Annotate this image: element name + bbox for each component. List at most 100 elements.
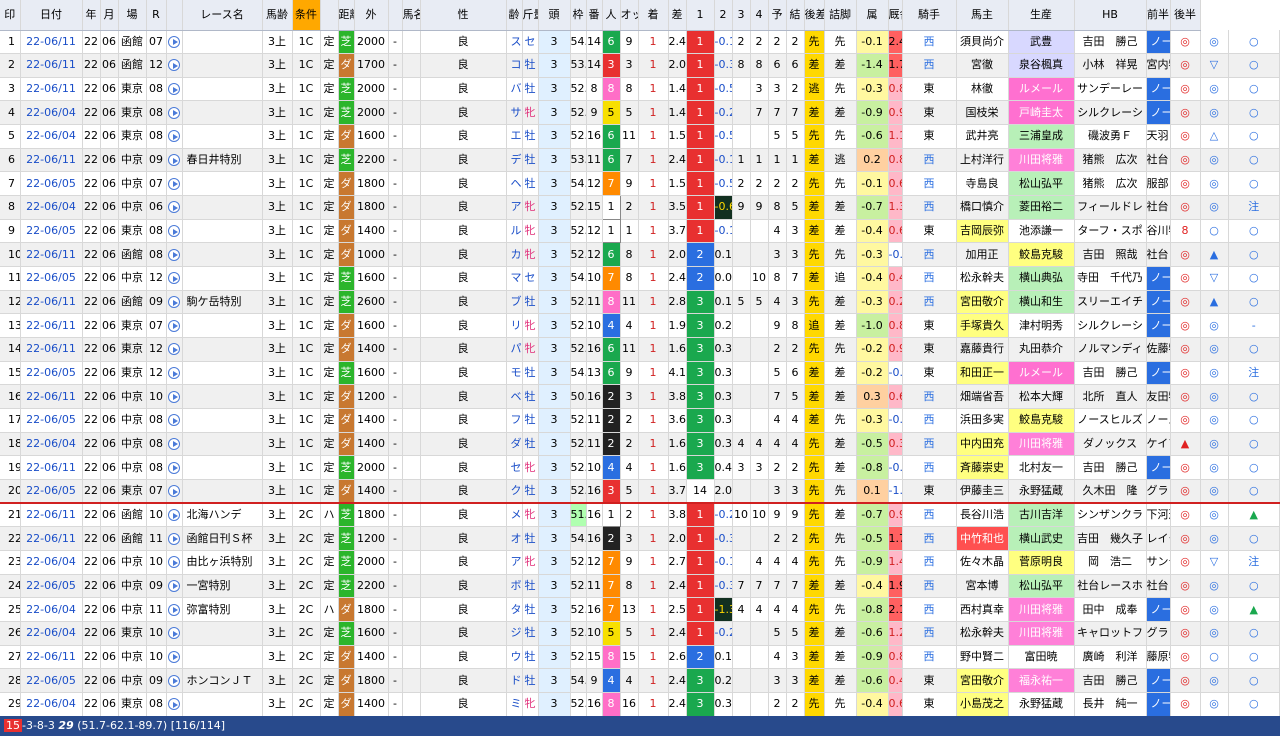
column-header[interactable]: 騎手 — [902, 0, 957, 31]
column-header[interactable] — [320, 0, 339, 31]
play-icon[interactable] — [168, 248, 180, 261]
column-header[interactable] — [166, 0, 183, 31]
table-row[interactable]: 1722-06/052206中京083上1C定ダ1400-良フォーチュンテラー牡… — [0, 408, 1280, 433]
horse-name[interactable]: ダノンジャッカル — [506, 432, 523, 457]
horse-name[interactable]: メモリーレゾン — [506, 503, 523, 528]
column-header[interactable]: HB — [1074, 0, 1147, 31]
column-header[interactable]: 前半 — [1146, 0, 1171, 31]
column-header[interactable]: 生産 — [1008, 0, 1075, 31]
horse-name[interactable]: マテンロウスカイ — [506, 266, 523, 291]
play-icon[interactable] — [168, 603, 180, 616]
column-header[interactable]: 頭 — [538, 0, 571, 31]
column-header[interactable]: 後差 — [804, 0, 825, 31]
column-header[interactable]: 1 — [686, 0, 715, 31]
column-header[interactable]: 性 — [420, 0, 507, 31]
horse-name[interactable]: ブラックボイス — [506, 290, 523, 315]
table-row[interactable]: 1022-06/112206函館083上1C定ダ1000-良カルネアサーダ牝35… — [0, 242, 1280, 268]
horse-name[interactable]: カルネアサーダ — [506, 242, 523, 268]
table-row[interactable]: 2522-06/042206中京11弥富特別3上2Cハダ1800-良タイセイドレ… — [0, 597, 1280, 622]
table-row[interactable]: 2122-06/112206函館10北海ハンデ3上2Cハ芝1800-良メモリーレ… — [0, 502, 1280, 528]
play-icon[interactable] — [168, 367, 180, 380]
play-icon[interactable] — [168, 461, 180, 474]
horse-name[interactable]: フォーチュンテラー — [506, 408, 523, 433]
column-header[interactable]: 条件 — [292, 0, 321, 31]
play-icon[interactable] — [168, 35, 180, 48]
table-row[interactable]: 422-06/042206東京08 3上1C定芝2000-良サリエラ牝352.09… — [0, 100, 1280, 126]
horse-name[interactable]: オタルエバー — [506, 526, 523, 551]
horse-name[interactable]: バトルボーン — [506, 77, 523, 102]
horse-name[interactable]: コパノニコルソン — [506, 53, 523, 78]
horse-name[interactable]: ミユキアイラブユー — [506, 692, 523, 717]
table-row[interactable]: 622-06/112206中京09春日井特別3上1C定芝2200-良デビットバロ… — [0, 148, 1280, 173]
horse-name[interactable]: サリエラ — [506, 100, 523, 126]
column-header[interactable]: 馬名 — [402, 0, 421, 31]
play-icon[interactable] — [168, 509, 180, 522]
horse-name[interactable]: アネゴハダ — [506, 550, 523, 575]
column-header[interactable]: 予 — [768, 0, 787, 31]
column-header[interactable]: 後半 — [1170, 0, 1201, 31]
play-icon[interactable] — [168, 59, 180, 72]
table-row[interactable]: 122-06/112206函館073上1C定芝2000-良スワヤンプナートセ35… — [0, 30, 1280, 55]
horse-name[interactable]: ボルドグフーシュ — [506, 574, 523, 599]
play-icon[interactable] — [168, 698, 180, 711]
horse-name[interactable]: クールライズ — [506, 479, 523, 505]
horse-name[interactable]: タイセイドレフォン — [506, 597, 523, 622]
play-icon[interactable] — [168, 201, 180, 214]
column-header[interactable]: 着 — [638, 0, 669, 31]
play-icon[interactable] — [168, 627, 180, 640]
column-header[interactable]: 結 — [786, 0, 805, 31]
table-row[interactable]: 922-06/052206東京083上1C定ダ1400-良ルビナスリード牝352… — [0, 218, 1280, 244]
column-header[interactable]: 厩舎 — [888, 0, 903, 31]
play-icon[interactable] — [168, 532, 180, 545]
table-row[interactable]: 2622-06/042206東京103上2C定芝1600-良ジレトール牡352.… — [0, 621, 1280, 646]
column-header[interactable]: 馬主 — [956, 0, 1009, 31]
horse-name[interactable]: セルケト — [506, 455, 523, 480]
horse-name[interactable]: エルバソ — [506, 124, 523, 149]
table-row[interactable]: 522-06/042206東京083上1C定ダ1600-良エルバソ牡352.01… — [0, 124, 1280, 149]
table-row[interactable]: 1122-06/052206中京123上1C定芝1600-良マテンロウスカイセ3… — [0, 266, 1280, 291]
column-header[interactable]: 日付 — [20, 0, 83, 31]
column-header[interactable]: 2 — [714, 0, 733, 31]
column-header[interactable]: オッズ — [620, 0, 639, 31]
column-header[interactable]: 年 — [82, 0, 101, 31]
table-row[interactable]: 822-06/042206中京063上1C定ダ1800-良アーテルアストレア牝3… — [0, 195, 1280, 220]
play-icon[interactable] — [168, 556, 180, 569]
column-header[interactable]: 番 — [586, 0, 603, 31]
table-row[interactable]: 1922-06/112206中京083上1C定芝2000-良セルケト牝352.0… — [0, 455, 1280, 480]
play-icon[interactable] — [168, 319, 180, 332]
column-header[interactable]: 4 — [750, 0, 769, 31]
play-icon[interactable] — [168, 272, 180, 285]
column-header[interactable]: 外 — [354, 0, 389, 31]
race-results-grid[interactable]: 印日付年月場Rレース名馬齢条件距離外馬名性齢斤量頭枠番人オッズ着差1234予結後… — [0, 0, 1280, 717]
horse-name[interactable]: モンタナアゲート — [506, 361, 523, 386]
column-header[interactable] — [388, 0, 403, 31]
column-header[interactable]: 差 — [668, 0, 687, 31]
column-header[interactable]: 月 — [100, 0, 119, 31]
table-row[interactable]: 2822-06/052206中京09 ホンコンＪＴ3上2C定ダ1800-良ドゥラド… — [0, 668, 1280, 693]
horse-name[interactable]: リンクスルーファス — [506, 313, 523, 339]
table-row[interactable]: 1322-06/112206東京073上1C定ダ1600-良リンクスルーファス牝… — [0, 313, 1280, 339]
play-icon[interactable] — [168, 225, 180, 238]
horse-name[interactable]: ウィシンクアスク — [506, 645, 523, 670]
column-header[interactable]: 3 — [732, 0, 751, 31]
play-icon[interactable] — [168, 650, 180, 663]
play-icon[interactable] — [168, 414, 180, 427]
table-row[interactable]: 1622-06/112206中京103上1C定ダ1200-良ベイシャイシュタル牡… — [0, 384, 1280, 409]
table-row[interactable]: 1422-06/112206東京123上1C定ダ1400-良パウオレ牝352.0… — [0, 337, 1280, 362]
column-header[interactable]: 場 — [118, 0, 147, 31]
play-icon[interactable] — [168, 177, 180, 190]
table-row[interactable]: 1822-06/042206中京083上1C定ダ1400-良ダノンジャッカル牡3… — [0, 432, 1280, 457]
column-header[interactable]: 齢 — [506, 0, 523, 31]
horse-name[interactable]: ドゥラドーレス — [506, 668, 523, 693]
play-icon[interactable] — [168, 154, 180, 167]
play-icon[interactable] — [168, 83, 180, 96]
column-header[interactable]: 詰脚 — [824, 0, 857, 31]
horse-name[interactable]: パウオレ — [506, 337, 523, 362]
play-icon[interactable] — [168, 485, 180, 498]
column-header[interactable]: R — [146, 0, 167, 31]
column-header[interactable]: 属 — [856, 0, 889, 31]
table-row[interactable]: 1522-06/052206東京123上1C定芝1600-良モンタナアゲート牡3… — [0, 361, 1280, 386]
horse-name[interactable]: ジレトール — [506, 621, 523, 646]
horse-name[interactable]: ルビナスリード — [506, 219, 523, 244]
play-icon[interactable] — [168, 296, 180, 309]
